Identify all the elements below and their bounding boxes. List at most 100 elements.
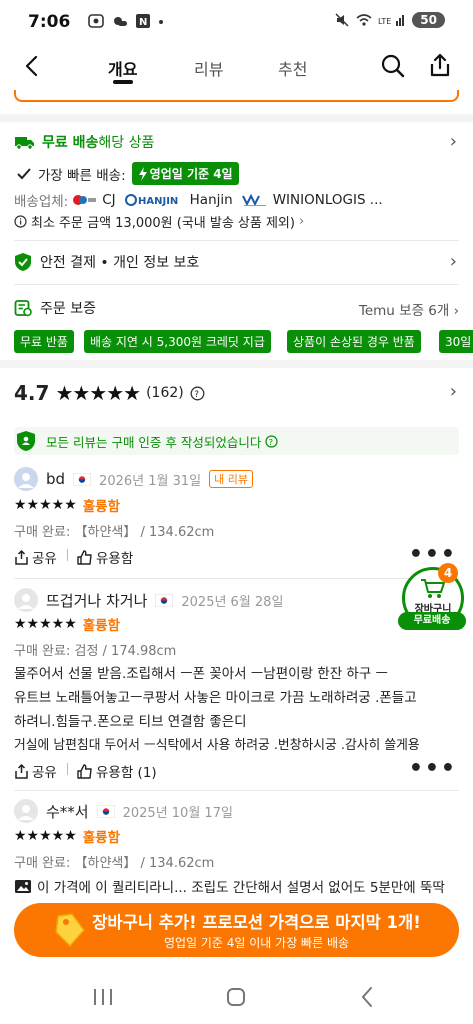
mute-icon (334, 12, 350, 28)
min-order-text: 최소 주문 금액 13,000원 (국내 발송 상품 제외) (31, 216, 295, 231)
review-text-line: 이 가격에 이 퀄리티라니... 조립도 간단해서 설명서 없어도 5분만에 뚝… (14, 876, 445, 896)
review-date: 2025년 6월 28일 (181, 594, 284, 610)
svg-text:?: ? (269, 438, 273, 447)
hanjin-logo-icon: HANJIN (124, 193, 185, 207)
shield-check-icon (14, 252, 32, 272)
helpful-button[interactable]: 유용함 (1) (77, 761, 157, 781)
recents-icon[interactable] (92, 988, 114, 1006)
rating-stars-icon: ★★★★★ (55, 381, 141, 405)
naver-icon: N (136, 14, 150, 28)
cart-count-badge: 4 (438, 563, 458, 583)
status-time: 7:06 (28, 12, 71, 32)
fastest-shipping-row: 가장 빠른 배송: 영업일 기준 4일 (16, 162, 239, 185)
share-icon[interactable] (428, 52, 452, 78)
review-rating: ★★★★★ 훌륭함 (14, 614, 120, 634)
chip-free-return: 무료 반품 (14, 330, 74, 353)
verified-notice: 모든 리뷰는 구매 인증 후 작성되었습니다 ? (14, 427, 459, 455)
order-guarantee-row[interactable]: 주문 보증 (14, 298, 96, 318)
share-button[interactable]: 공유 (14, 761, 57, 781)
image-icon (14, 879, 32, 894)
svg-text:?: ? (194, 390, 199, 400)
tab-recommend[interactable]: 추천 (278, 56, 307, 80)
review-grade: 훌륭함 (82, 499, 121, 515)
temu-guarantee-link[interactable]: Temu 보증 6개 › (359, 299, 459, 319)
review-header: bd 2026년 1월 31일 내 리뷰 (14, 467, 253, 491)
thumbs-up-icon (77, 549, 93, 565)
search-icon[interactable] (380, 53, 406, 79)
review-rating: ★★★★★ 훌륭함 (14, 495, 120, 515)
tab-reviews[interactable]: 리뷰 (194, 56, 223, 80)
korea-flag-icon (155, 593, 174, 607)
carrier-row: 배송업체: CJ HANJIN Hanjin WINIONLOGIS ... (14, 190, 383, 210)
wifi-icon (356, 13, 372, 27)
chip-delay-credit: 배송 지연 시 5,300원 크레딧 지급 (84, 330, 271, 353)
help-circle-icon: ? (190, 386, 205, 401)
avatar[interactable] (14, 467, 38, 491)
rating-summary[interactable]: 4.7 ★★★★★ (162) ? (14, 381, 205, 405)
chevron-right-icon[interactable]: › (450, 251, 457, 272)
svg-text:N: N (139, 17, 147, 28)
dot-icon (158, 14, 164, 28)
check-icon (16, 167, 32, 181)
review-rating: ★★★★★ 훌륭함 (14, 826, 120, 846)
chevron-right-icon[interactable]: › (450, 381, 457, 402)
review-header: 뜨겁거나 차거나 2025년 6월 28일 (14, 588, 283, 612)
korea-flag-icon (96, 804, 115, 818)
chip-30-days: 30일 (439, 330, 473, 353)
chevron-right-icon[interactable]: › (450, 131, 457, 152)
avatar[interactable] (14, 588, 38, 612)
purchase-info: 구매 완료: 검정 / 174.98cm (14, 644, 177, 659)
share-small-icon (14, 763, 29, 779)
rating-count: (162) (146, 385, 184, 401)
help-circle-icon: ? (265, 434, 278, 448)
free-shipping-suffix: 해당 상품 (98, 135, 155, 151)
chip-damage-return: 상품이 손상된 경우 반품 (287, 330, 421, 353)
back-icon[interactable] (22, 54, 42, 78)
fastest-shipping-label: 가장 빠른 배송: (38, 167, 126, 184)
fastest-shipping-badge: 영업일 기준 4일 (131, 162, 239, 185)
tab-overview[interactable]: 개요 (108, 56, 137, 80)
home-icon[interactable] (226, 987, 246, 1007)
add-to-cart-sublabel: 영업일 기준 4일 이내 가장 빠른 배송 (163, 936, 350, 950)
order-guarantee-label: 주문 보증 (40, 301, 96, 317)
safe-payment-row[interactable]: 안전 결제 • 개인 정보 보호 (14, 252, 199, 272)
korea-flag-icon (73, 472, 92, 486)
active-tab-indicator (113, 80, 133, 84)
rating-score: 4.7 (14, 381, 50, 405)
verified-shield-icon (16, 430, 36, 452)
share-button[interactable]: 공유 (14, 547, 57, 567)
add-to-cart-button[interactable]: 장바구니 추가! 프로모션 가격으로 마지막 1개! 영업일 기준 4일 이내 … (14, 903, 459, 957)
more-options-icon[interactable]: ••• (409, 756, 457, 781)
winion-logo-icon (241, 193, 268, 207)
back-nav-icon[interactable] (360, 986, 374, 1008)
svg-text:LTE: LTE (378, 17, 391, 26)
add-to-cart-label: 장바구니 추가! 프로모션 가격으로 마지막 1개! (92, 913, 421, 932)
review-stars-icon: ★★★★★ (14, 497, 77, 513)
review-stars-icon: ★★★★★ (14, 828, 77, 844)
carrier-hanjin: Hanjin (189, 192, 233, 208)
review-text-line: 유트브 노래틀어놓고ㅡ쿠팡서 사놓은 마이크로 가끔 노래하려궁 .폰들고 (14, 690, 417, 706)
thumbs-up-icon (77, 763, 93, 779)
free-shipping-row[interactable]: 무료 배송 해당 상품 (14, 132, 154, 152)
review-date: 2026년 1월 31일 (99, 473, 202, 489)
review-text-line: 하려니.힘들구.폰으로 티브 연결함 좋은디 (14, 714, 247, 730)
avatar[interactable] (14, 799, 38, 823)
review-grade: 훌륭함 (82, 830, 121, 846)
free-shipping-label: 무료 배송 (42, 135, 99, 151)
purchase-info: 구매 완료: 【하얀색】 / 134.62cm (14, 856, 215, 871)
review-text-line: 거실에 남편침대 두어서 ㅡ식탁에서 사용 하려궁 .번창하시궁 .감사히 쓸게… (14, 738, 420, 753)
reviewer-name: 수**서 (46, 802, 89, 821)
system-nav-bar (0, 970, 473, 1024)
chevron-right-icon: › (298, 214, 305, 229)
previous-section-edge (14, 90, 459, 102)
review-text-line: 물주어서 선물 받음.조립해서 ㅡ폰 꽂아서 ㅡ남편이랑 한잔 하구 ㅡ (14, 666, 388, 682)
safe-payment-label: 안전 결제 • 개인 정보 보호 (40, 255, 200, 271)
info-icon (14, 215, 27, 228)
carrier-label: 배송업체: (14, 194, 69, 210)
lightning-icon (138, 166, 148, 181)
review-header: 수**서 2025년 10월 17일 (14, 799, 233, 823)
review-grade: 훌륭함 (82, 618, 121, 634)
reviewer-name: 뜨겁거나 차거나 (46, 591, 148, 610)
helpful-button[interactable]: 유용함 (77, 547, 133, 567)
min-order-row[interactable]: 최소 주문 금액 13,000원 (국내 발송 상품 제외) › (14, 212, 304, 231)
